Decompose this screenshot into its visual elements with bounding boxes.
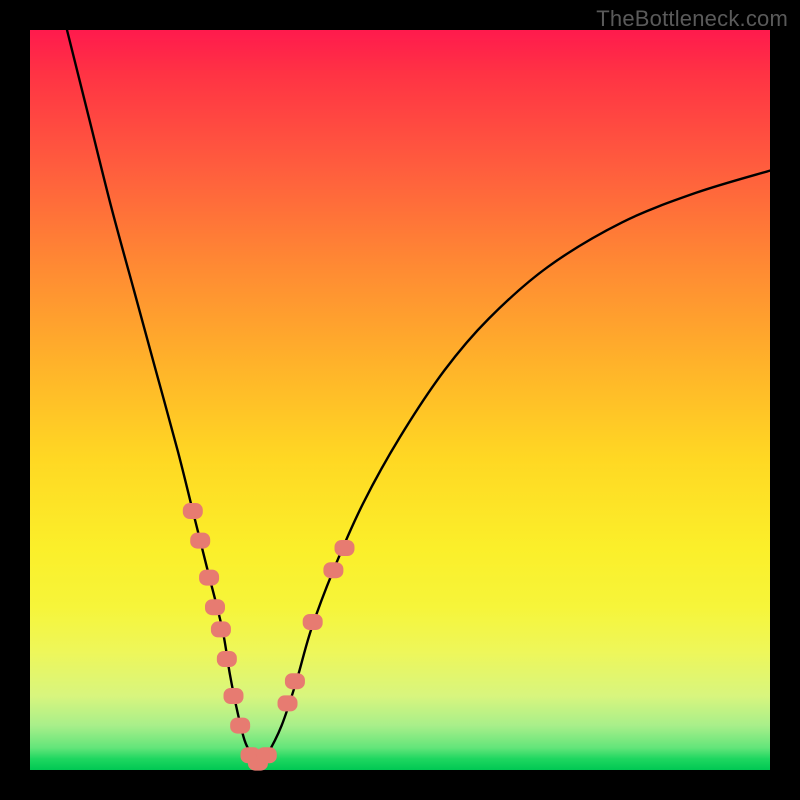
marker-point xyxy=(230,718,250,734)
marker-point xyxy=(257,747,277,763)
bottleneck-curve xyxy=(67,30,770,763)
marker-point xyxy=(199,570,219,586)
watermark-text: TheBottleneck.com xyxy=(596,6,788,32)
highlighted-points-group xyxy=(183,503,355,771)
marker-point xyxy=(335,540,355,556)
marker-point xyxy=(217,651,237,667)
marker-point xyxy=(323,562,343,578)
plot-area xyxy=(30,30,770,770)
marker-point xyxy=(205,599,225,615)
marker-point xyxy=(211,621,231,637)
chart-frame: TheBottleneck.com xyxy=(0,0,800,800)
marker-point xyxy=(303,614,323,630)
chart-svg xyxy=(30,30,770,770)
marker-point xyxy=(224,688,244,704)
marker-point xyxy=(183,503,203,519)
marker-point xyxy=(278,695,298,711)
marker-point xyxy=(285,673,305,689)
marker-point xyxy=(190,533,210,549)
